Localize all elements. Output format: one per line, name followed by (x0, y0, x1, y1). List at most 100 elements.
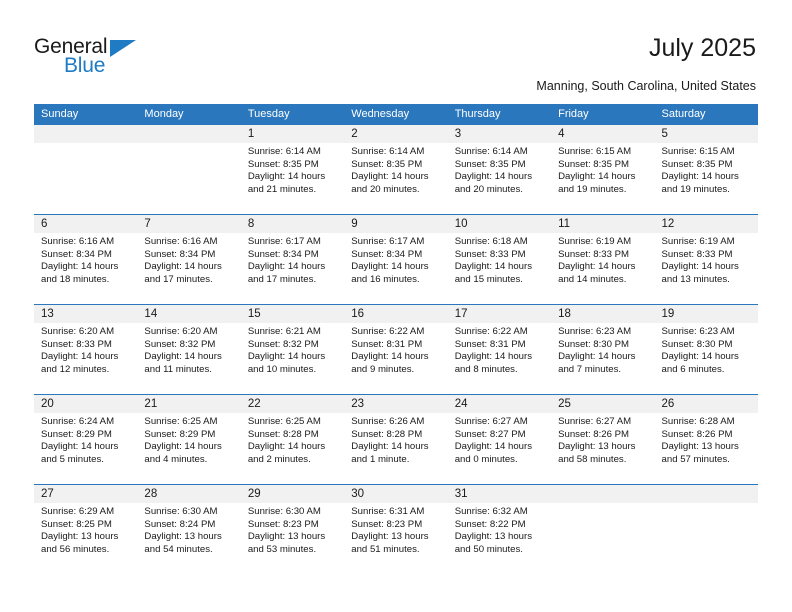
sunrise-text: Sunrise: 6:20 AM (41, 326, 115, 337)
logo-triangle-icon (110, 40, 136, 57)
daylight-text: Daylight: 14 hours and 1 minute. (351, 441, 429, 465)
calendar-day-cell-empty (34, 125, 138, 214)
calendar-day-cell[interactable]: 15 Sunrise: 6:21 AM Sunset: 8:32 PM Dayligh… (240, 305, 345, 394)
calendar-day-cell[interactable]: 31 Sunrise: 6:32 AM Sunset: 8:22 PM Dayligh… (447, 485, 552, 574)
calendar-day-cell[interactable]: 23 Sunrise: 6:26 AM Sunset: 8:28 PM Dayligh… (344, 395, 448, 484)
day-sun-info: Sunrise: 6:27 AM Sunset: 8:27 PM Daylight:… (448, 413, 551, 466)
day-number: 11 (551, 215, 655, 233)
calendar-day-cell[interactable]: 28 Sunrise: 6:30 AM Sunset: 8:24 PM Dayligh… (137, 485, 241, 574)
weekday-header-friday: Friday (558, 108, 589, 120)
calendar-day-cell[interactable]: 10 Sunrise: 6:18 AM Sunset: 8:33 PM Dayligh… (447, 215, 552, 304)
general-blue-logo[interactable]: General Blue (34, 35, 154, 81)
day-sun-info: Sunrise: 6:23 AM Sunset: 8:30 PM Daylight:… (655, 323, 758, 376)
calendar-day-cell[interactable]: 30 Sunrise: 6:31 AM Sunset: 8:23 PM Dayligh… (344, 485, 448, 574)
sunrise-text: Sunrise: 6:26 AM (351, 416, 425, 427)
calendar-page: General Blue July 2025 Manning, South Ca… (0, 0, 792, 612)
day-sun-info: Sunrise: 6:32 AM Sunset: 8:22 PM Daylight:… (448, 503, 551, 556)
calendar-day-cell[interactable]: 6 Sunrise: 6:16 AM Sunset: 8:34 PM Daylight… (34, 215, 138, 304)
weekday-header-tuesday: Tuesday (247, 108, 290, 120)
calendar-week-row: 6 Sunrise: 6:16 AM Sunset: 8:34 PM Daylight… (34, 214, 758, 304)
calendar-day-cell[interactable]: 25 Sunrise: 6:27 AM Sunset: 8:26 PM Dayligh… (551, 395, 655, 484)
sunrise-text: Sunrise: 6:16 AM (144, 236, 218, 247)
day-sun-info: Sunrise: 6:31 AM Sunset: 8:23 PM Daylight:… (344, 503, 447, 556)
calendar-day-cell[interactable]: 14 Sunrise: 6:20 AM Sunset: 8:32 PM Dayligh… (137, 305, 241, 394)
calendar-week-inner: 20 Sunrise: 6:24 AM Sunset: 8:29 PM Dayligh… (34, 395, 758, 484)
calendar-day-cell[interactable]: 26 Sunrise: 6:28 AM Sunset: 8:26 PM Dayligh… (654, 395, 758, 484)
sunrise-text: Sunrise: 6:32 AM (454, 506, 528, 517)
sunset-text: Sunset: 8:33 PM (41, 338, 112, 350)
sunset-text: Sunset: 8:25 PM (41, 518, 112, 530)
calendar-day-cell[interactable]: 9 Sunrise: 6:17 AM Sunset: 8:34 PM Daylight… (344, 215, 448, 304)
sunrise-text: Sunrise: 6:28 AM (661, 416, 735, 427)
calendar-week-inner: 6 Sunrise: 6:16 AM Sunset: 8:34 PM Daylight… (34, 215, 758, 304)
sunset-text: Sunset: 8:34 PM (144, 248, 216, 260)
sunset-text: Sunset: 8:23 PM (247, 518, 319, 530)
daylight-text: Daylight: 13 hours and 51 minutes. (351, 531, 429, 555)
calendar-day-cell[interactable]: 19 Sunrise: 6:23 AM Sunset: 8:30 PM Dayligh… (654, 305, 758, 394)
day-number: 25 (551, 395, 655, 413)
day-sun-info: Sunrise: 6:19 AM Sunset: 8:33 PM Daylight:… (655, 233, 758, 286)
calendar-day-cell[interactable]: 18 Sunrise: 6:23 AM Sunset: 8:30 PM Dayligh… (551, 305, 655, 394)
calendar-day-cell[interactable]: 20 Sunrise: 6:24 AM Sunset: 8:29 PM Dayligh… (34, 395, 138, 484)
day-number: 30 (344, 485, 448, 503)
calendar-day-cell[interactable]: 27 Sunrise: 6:29 AM Sunset: 8:25 PM Dayligh… (34, 485, 138, 574)
calendar-day-cell[interactable]: 17 Sunrise: 6:22 AM Sunset: 8:31 PM Dayligh… (447, 305, 552, 394)
day-number: 19 (654, 305, 758, 323)
calendar-day-cell[interactable]: 21 Sunrise: 6:25 AM Sunset: 8:29 PM Dayligh… (137, 395, 241, 484)
day-number: 2 (344, 125, 448, 143)
calendar-day-cell[interactable]: 8 Sunrise: 6:17 AM Sunset: 8:34 PM Daylight… (240, 215, 345, 304)
day-number: 31 (447, 485, 552, 503)
calendar-day-cell[interactable]: 13 Sunrise: 6:20 AM Sunset: 8:33 PM Dayligh… (34, 305, 138, 394)
calendar-day-cell[interactable]: 29 Sunrise: 6:30 AM Sunset: 8:23 PM Dayligh… (240, 485, 345, 574)
sunset-text: Sunset: 8:23 PM (351, 518, 423, 530)
day-sun-info: Sunrise: 6:26 AM Sunset: 8:28 PM Daylight:… (344, 413, 447, 466)
sunrise-text: Sunrise: 6:22 AM (454, 326, 528, 337)
day-sun-info: Sunrise: 6:28 AM Sunset: 8:26 PM Daylight:… (655, 413, 758, 466)
daylight-text: Daylight: 14 hours and 15 minutes. (454, 261, 533, 285)
sunset-text: Sunset: 8:34 PM (41, 248, 112, 260)
calendar-day-cell[interactable]: 7 Sunrise: 6:16 AM Sunset: 8:34 PM Daylight… (137, 215, 241, 304)
sunrise-text: Sunrise: 6:21 AM (247, 326, 321, 337)
day-number: 3 (447, 125, 552, 143)
daylight-text: Daylight: 14 hours and 2 minutes. (247, 441, 326, 465)
daylight-text: Daylight: 14 hours and 20 minutes. (351, 171, 429, 195)
sunrise-text: Sunrise: 6:27 AM (558, 416, 632, 427)
daylight-text: Daylight: 14 hours and 20 minutes. (454, 171, 533, 195)
sunset-text: Sunset: 8:24 PM (144, 518, 216, 530)
calendar-week-inner: 27 Sunrise: 6:29 AM Sunset: 8:25 PM Dayligh… (34, 485, 758, 574)
calendar-grid: Sunday Monday Tuesday Wednesday Thursday… (34, 104, 758, 574)
calendar-day-cell[interactable]: 2 Sunrise: 6:14 AM Sunset: 8:35 PM Daylight… (344, 125, 448, 214)
sunset-text: Sunset: 8:27 PM (454, 428, 526, 440)
page-subtitle-location: Manning, South Carolina, United States (536, 79, 756, 93)
daylight-text: Daylight: 13 hours and 50 minutes. (454, 531, 533, 555)
calendar-day-cell[interactable]: 11 Sunrise: 6:19 AM Sunset: 8:33 PM Dayligh… (551, 215, 655, 304)
sunrise-text: Sunrise: 6:17 AM (351, 236, 425, 247)
sunset-text: Sunset: 8:33 PM (558, 248, 630, 260)
weekday-header-monday: Monday (144, 108, 184, 120)
day-sun-info: Sunrise: 6:30 AM Sunset: 8:23 PM Daylight:… (241, 503, 344, 556)
calendar-day-cell[interactable]: 12 Sunrise: 6:19 AM Sunset: 8:33 PM Dayligh… (654, 215, 758, 304)
day-number: 22 (240, 395, 345, 413)
calendar-day-cell[interactable]: 4 Sunrise: 6:15 AM Sunset: 8:35 PM Daylight… (551, 125, 655, 214)
sunrise-text: Sunrise: 6:29 AM (41, 506, 115, 517)
calendar-day-cell[interactable]: 5 Sunrise: 6:15 AM Sunset: 8:35 PM Daylight… (654, 125, 758, 214)
sunset-text: Sunset: 8:35 PM (558, 158, 630, 170)
day-sun-info: Sunrise: 6:16 AM Sunset: 8:34 PM Daylight:… (137, 233, 240, 286)
sunset-text: Sunset: 8:35 PM (454, 158, 526, 170)
calendar-day-cell-empty (654, 485, 758, 574)
day-number (137, 125, 241, 143)
sunrise-text: Sunrise: 6:19 AM (558, 236, 632, 247)
daylight-text: Daylight: 13 hours and 53 minutes. (247, 531, 326, 555)
calendar-day-cell[interactable]: 22 Sunrise: 6:25 AM Sunset: 8:28 PM Dayligh… (240, 395, 345, 484)
day-number (551, 485, 655, 503)
day-sun-info: Sunrise: 6:30 AM Sunset: 8:24 PM Daylight:… (137, 503, 240, 556)
calendar-day-cell[interactable]: 3 Sunrise: 6:14 AM Sunset: 8:35 PM Daylight… (447, 125, 552, 214)
calendar-day-cell[interactable]: 1 Sunrise: 6:14 AM Sunset: 8:35 PM Daylight… (240, 125, 345, 214)
daylight-text: Daylight: 14 hours and 13 minutes. (661, 261, 739, 285)
calendar-day-cell[interactable]: 24 Sunrise: 6:27 AM Sunset: 8:27 PM Dayligh… (447, 395, 552, 484)
sunrise-text: Sunrise: 6:19 AM (661, 236, 735, 247)
sunset-text: Sunset: 8:29 PM (144, 428, 216, 440)
day-sun-info: Sunrise: 6:15 AM Sunset: 8:35 PM Daylight:… (551, 143, 654, 196)
calendar-day-cell[interactable]: 16 Sunrise: 6:22 AM Sunset: 8:31 PM Dayligh… (344, 305, 448, 394)
calendar-day-cell-empty (137, 125, 241, 214)
